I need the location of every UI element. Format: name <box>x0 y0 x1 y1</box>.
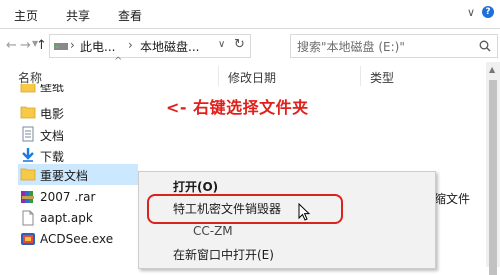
search-icon <box>479 40 491 52</box>
sort-icon: ^ <box>114 56 123 67</box>
file-name: 文档 <box>40 129 65 143</box>
address-bar[interactable]: › 此电... › 本地磁盘... ∨ ↻ <box>49 34 251 58</box>
apk-file-icon <box>22 210 34 226</box>
ribbon-expand-icon[interactable]: ∨ <box>467 6 477 19</box>
column-divider[interactable] <box>360 66 361 86</box>
menu-item-open-new-window[interactable]: 在新窗口中打开(E) <box>173 246 274 263</box>
file-row[interactable]: 文档 <box>20 124 480 144</box>
mouse-cursor-icon <box>298 203 311 221</box>
file-row[interactable]: 下载 <box>20 145 480 165</box>
file-row-selected[interactable]: 重要文档 <box>18 164 138 185</box>
column-divider[interactable] <box>218 66 219 86</box>
vertical-scrollbar[interactable]: ▲ <box>486 62 500 275</box>
column-header-row: 名称 ^ 修改日期 类型 <box>18 56 488 86</box>
download-folder-icon <box>22 148 34 162</box>
back-icon[interactable]: ← <box>6 38 17 53</box>
annotation-text: <- 右键选择文件夹 <box>166 98 309 117</box>
address-segment[interactable]: 此电... <box>80 38 115 55</box>
menu-item-cc-zm[interactable]: CC-ZM <box>193 224 233 238</box>
tab-view[interactable]: 查看 <box>118 7 142 24</box>
file-name: 下载 <box>40 150 65 164</box>
scroll-up-icon[interactable]: ▲ <box>489 65 495 74</box>
folder-icon <box>20 168 36 181</box>
help-icon[interactable]: ? <box>482 6 494 18</box>
folder-icon <box>20 84 36 93</box>
tab-share[interactable]: 共享 <box>66 7 90 24</box>
address-segment[interactable]: 本地磁盘... <box>140 38 199 55</box>
address-dropdown-icon[interactable]: ∨ <box>218 39 225 50</box>
drive-icon <box>54 43 68 50</box>
file-name: 2007 .rar <box>40 190 96 204</box>
folder-icon <box>20 106 36 119</box>
file-name: 重要文档 <box>40 169 89 183</box>
refresh-icon[interactable]: ↻ <box>234 37 245 52</box>
address-chevron-icon[interactable]: › <box>128 38 133 52</box>
search-placeholder: 搜索"本地磁盘 (E:)" <box>297 40 405 54</box>
up-icon[interactable]: ↑ <box>36 38 47 53</box>
address-chevron-icon[interactable]: › <box>70 38 75 52</box>
highlight-box <box>147 194 343 224</box>
forward-icon[interactable]: → <box>20 38 31 53</box>
menu-item-open[interactable]: 打开(O) <box>173 178 218 195</box>
file-name: 壁纸 <box>40 84 65 94</box>
exe-icon <box>21 233 35 245</box>
file-name: ACDSee.exe <box>40 232 114 246</box>
search-box[interactable]: 搜索"本地磁盘 (E:)" <box>290 34 498 58</box>
file-name: 电影 <box>40 107 65 121</box>
tab-home[interactable]: 主页 <box>14 7 38 24</box>
scrollbar-thumb[interactable] <box>489 80 497 275</box>
file-name: aapt.apk <box>40 211 93 225</box>
document-folder-icon <box>22 126 34 142</box>
rar-icon <box>21 191 34 203</box>
ribbon: 主页 共享 查看 ∨ ? <box>0 0 500 29</box>
